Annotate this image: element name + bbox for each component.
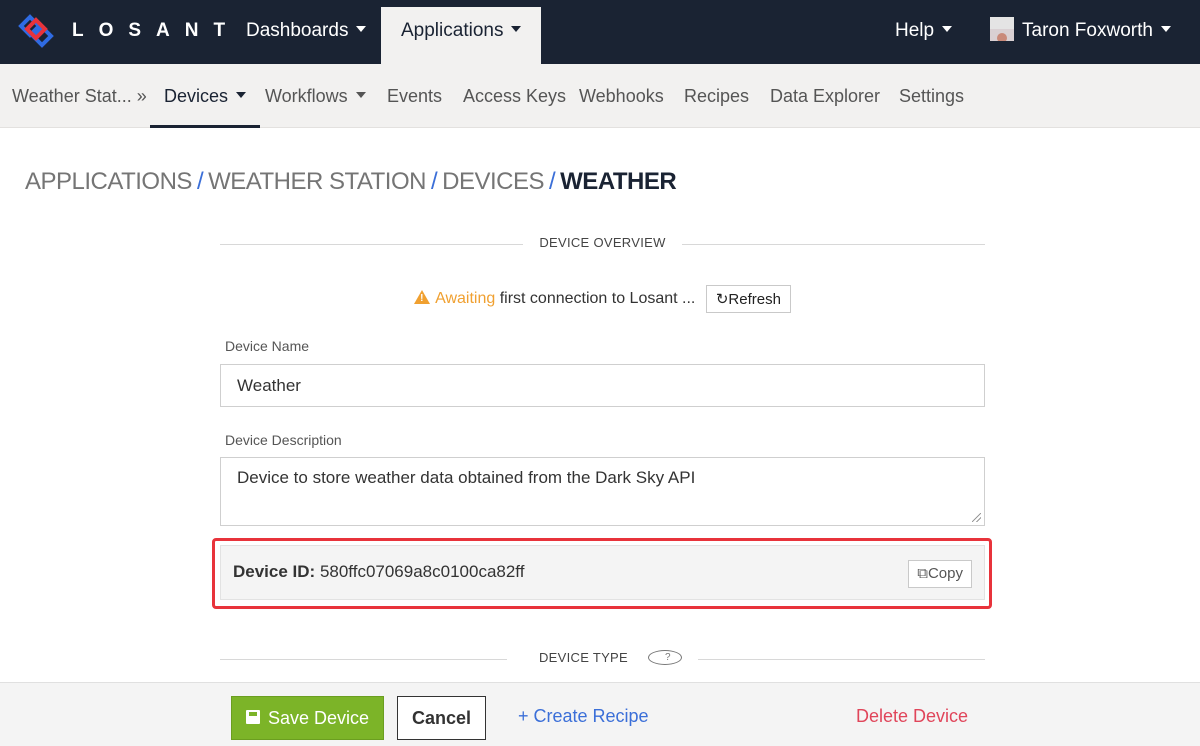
brand-name: LOSANT (72, 20, 241, 41)
delete-device-link[interactable]: Delete Device (856, 706, 968, 727)
device-id-value: 580ffc07069a8c0100ca82ff (319, 562, 525, 581)
user-menu[interactable]: Taron Foxworth (990, 0, 1171, 64)
breadcrumb-separator: / (196, 168, 204, 195)
device-type-label: DEVICE TYPE (522, 650, 645, 665)
subnav-devices-label: Devices (164, 86, 229, 106)
help-icon[interactable]: ? (648, 650, 683, 666)
subnav-recipes[interactable]: Recipes (684, 64, 749, 128)
caret-down-icon (356, 25, 367, 32)
avatar (990, 16, 1014, 41)
connection-status: Awaiting first connection to Losant ... … (220, 285, 985, 313)
caret-down-icon (511, 25, 522, 32)
subnav-settings[interactable]: Settings (899, 64, 964, 128)
device-name-input[interactable]: Weather (220, 364, 985, 407)
resize-handle-icon[interactable] (972, 513, 981, 522)
breadcrumb-devices[interactable]: DEVICES (442, 168, 544, 195)
device-name-label: Device Name (225, 338, 310, 354)
status-text: first connection to Losant ... (495, 290, 696, 308)
status-awaiting: Awaiting (435, 290, 496, 308)
nav-dashboards[interactable]: Dashboards (246, 0, 367, 64)
device-id-panel: Device ID: 580ffc07069a8c0100ca82ff ⧉Cop… (220, 545, 985, 600)
breadcrumb-current: WEATHER (560, 168, 677, 195)
subnav-data-explorer[interactable]: Data Explorer (770, 64, 880, 128)
copy-label: Copy (927, 565, 963, 582)
nav-dashboards-label: Dashboards (246, 20, 349, 41)
cancel-button[interactable]: Cancel (397, 696, 486, 740)
breadcrumb-applications[interactable]: APPLICATIONS (25, 168, 192, 195)
subnav-access-keys[interactable]: Access Keys (463, 64, 566, 128)
copy-icon: ⧉ (917, 565, 928, 582)
losant-logo[interactable]: LOSANT (18, 14, 240, 48)
subnav-events[interactable]: Events (387, 64, 442, 128)
subnav-workflows[interactable]: Workflows (265, 64, 366, 128)
warning-icon (414, 290, 431, 304)
losant-logo-icon (18, 14, 54, 48)
device-type-heading: DEVICE TYPE? (220, 650, 985, 670)
top-navbar: LOSANT Dashboards Applications Help Taro… (0, 0, 1200, 64)
nav-help[interactable]: Help (895, 0, 953, 64)
caret-down-icon (1160, 25, 1171, 32)
device-overview-label: DEVICE OVERVIEW (523, 235, 682, 250)
copy-button[interactable]: ⧉Copy (908, 560, 972, 588)
subnav-app-link[interactable]: Weather Stat... » (12, 64, 147, 128)
subnav-devices[interactable]: Devices (150, 64, 261, 128)
save-device-button[interactable]: Save Device (231, 696, 384, 740)
breadcrumb-separator: / (548, 168, 556, 195)
device-description-value: Device to store weather data obtained fr… (237, 468, 696, 487)
breadcrumb: APPLICATIONS / WEATHER STATION / DEVICES / WEA… (25, 168, 677, 196)
caret-down-icon (355, 92, 366, 99)
subnav-webhooks[interactable]: Webhooks (579, 64, 664, 128)
device-id-text: Device ID: 580ffc07069a8c0100ca82ff (233, 562, 524, 582)
device-description-label: Device Description (225, 432, 342, 448)
device-description-textarea[interactable]: Device to store weather data obtained fr… (220, 457, 985, 526)
refresh-icon: ↻ (715, 291, 729, 308)
create-recipe-link[interactable]: + Create Recipe (518, 706, 649, 727)
save-label: Save Device (267, 708, 370, 728)
caret-down-icon (942, 25, 953, 32)
nav-help-label: Help (895, 20, 935, 41)
subnav-workflows-label: Workflows (265, 86, 348, 106)
caret-down-icon (236, 92, 247, 99)
nav-applications-label: Applications (401, 20, 504, 41)
device-overview-heading: DEVICE OVERVIEW (220, 235, 985, 255)
breadcrumb-separator: / (430, 168, 438, 195)
user-name: Taron Foxworth (1022, 20, 1153, 41)
breadcrumb-weather-station[interactable]: WEATHER STATION (208, 168, 426, 195)
nav-applications[interactable]: Applications (381, 7, 542, 64)
application-subnav: Weather Stat... » Devices Workflows Even… (0, 64, 1200, 128)
form-footer: Save Device Cancel + Create Recipe Delet… (0, 682, 1200, 746)
refresh-label: Refresh (728, 291, 781, 308)
device-id-label: Device ID: (233, 562, 316, 581)
refresh-button[interactable]: ↻Refresh (705, 285, 791, 313)
save-icon (245, 710, 260, 725)
